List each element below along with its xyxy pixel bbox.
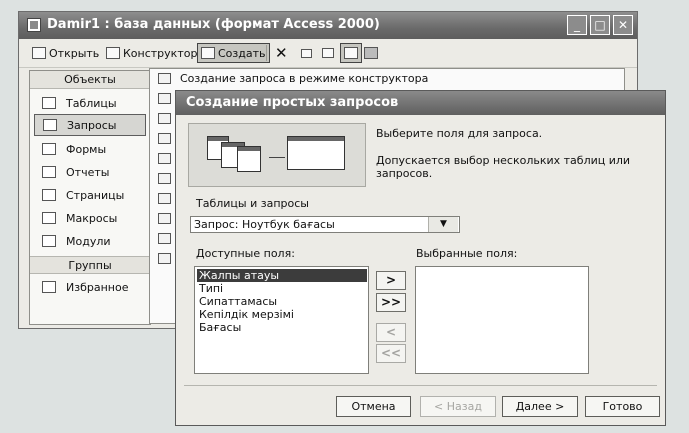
sidebar-item-label: Избранное <box>66 280 129 294</box>
close-button[interactable]: ✕ <box>613 15 633 35</box>
wizard-description: Выберите поля для запроса. <box>376 127 543 140</box>
database-title: Damir1 : база данных (формат Access 2000… <box>47 17 380 32</box>
add-all-fields-button[interactable]: >> <box>376 293 406 312</box>
wizard-illustration <box>188 123 366 187</box>
list-item[interactable]: Жалпы атауы <box>197 269 367 282</box>
sidebar-item-modules[interactable]: Модули <box>34 230 146 252</box>
maximize-button[interactable]: □ <box>590 15 610 35</box>
sidebar-item-label: Страницы <box>66 188 125 202</box>
query-icon <box>158 193 171 204</box>
open-button[interactable]: Открыть <box>29 43 102 63</box>
table-icon <box>237 146 261 172</box>
table-icon <box>42 97 56 109</box>
sidebar-item-label: Модули <box>66 234 111 248</box>
delete-button[interactable]: ✕ <box>272 43 291 63</box>
create-label: Создать <box>218 46 266 60</box>
create-icon <box>201 47 215 59</box>
objects-panel: Объекты Таблицы Запросы Формы Отчеты Стр… <box>29 70 151 325</box>
chosen-fields-list[interactable] <box>415 266 589 374</box>
details-view-icon <box>364 47 378 59</box>
list-view-icon <box>344 47 358 59</box>
large-icons-button[interactable] <box>298 43 315 63</box>
query-icon <box>158 133 171 144</box>
large-icons-icon <box>301 48 312 58</box>
list-item[interactable]: Бағасы <box>197 321 367 334</box>
open-icon <box>32 47 46 59</box>
list-item[interactable]: Кепілдік мерзімі <box>197 308 367 321</box>
sidebar-item-queries[interactable]: Запросы <box>34 114 146 136</box>
wizard-hint: Допускается выбор нескольких таблиц или … <box>376 154 631 180</box>
query-icon <box>158 153 171 164</box>
small-icons-icon <box>322 48 334 58</box>
open-label: Открыть <box>49 46 100 60</box>
finish-button[interactable]: Готово <box>585 396 660 417</box>
back-button[interactable]: < Назад <box>420 396 496 417</box>
query-icon <box>158 213 171 224</box>
available-fields-list[interactable]: Жалпы атауы Типі Сипаттамасы Кепілдік ме… <box>194 266 369 374</box>
sidebar-item-label: Макросы <box>66 211 118 225</box>
wizard-icon <box>158 73 171 84</box>
list-view-button[interactable] <box>340 43 362 63</box>
sidebar-item-macros[interactable]: Макросы <box>34 207 146 229</box>
query-icon <box>158 233 171 244</box>
query-icon <box>43 119 57 131</box>
tables-label: Таблицы и запросы <box>196 197 309 210</box>
add-field-button[interactable]: > <box>376 271 406 290</box>
sidebar-item-label: Таблицы <box>66 96 117 110</box>
objects-header[interactable]: Объекты <box>30 71 150 89</box>
query-icon <box>158 173 171 184</box>
macro-icon <box>42 212 56 224</box>
design-label: Конструктор <box>123 46 198 60</box>
sidebar-item-favorites[interactable]: Избранное <box>34 276 146 298</box>
report-icon <box>42 166 56 178</box>
dialog-title: Создание простых запросов <box>176 91 665 115</box>
result-table-icon <box>287 136 345 170</box>
design-icon <box>106 47 120 59</box>
database-icon <box>27 18 41 32</box>
cancel-button[interactable]: Отмена <box>336 396 411 417</box>
sidebar-item-label: Формы <box>66 142 107 156</box>
groups-header[interactable]: Группы <box>30 256 150 274</box>
minimize-button[interactable]: _ <box>567 15 587 35</box>
chevron-down-icon[interactable]: ▼ <box>428 217 458 232</box>
query-icon <box>158 253 171 264</box>
list-item[interactable]: Создание запроса в режиме конструктора <box>180 72 428 85</box>
sidebar-item-label: Запросы <box>67 118 117 132</box>
query-icon <box>158 113 171 124</box>
sidebar-item-pages[interactable]: Страницы <box>34 184 146 206</box>
available-fields-label: Доступные поля: <box>196 247 295 260</box>
design-button[interactable]: Конструктор <box>103 43 200 63</box>
arrow-line <box>269 157 285 158</box>
create-button[interactable]: Создать <box>197 43 270 63</box>
sidebar-item-reports[interactable]: Отчеты <box>34 161 146 183</box>
dialog-divider <box>184 385 657 386</box>
remove-all-fields-button[interactable]: << <box>376 344 406 363</box>
delete-icon: ✕ <box>275 44 288 62</box>
sidebar-item-tables[interactable]: Таблицы <box>34 92 146 114</box>
sidebar-item-forms[interactable]: Формы <box>34 138 146 160</box>
tables-select[interactable]: Запрос: Ноутбук бағасы <box>190 216 460 233</box>
remove-field-button[interactable]: < <box>376 323 406 342</box>
details-view-button[interactable] <box>361 43 381 63</box>
simple-query-wizard-dialog: Создание простых запросов Выберите поля … <box>175 90 666 426</box>
list-item[interactable]: Типі <box>197 282 367 295</box>
small-icons-button[interactable] <box>319 43 337 63</box>
wizard-icon <box>158 93 171 104</box>
toolbar-separator <box>266 45 267 61</box>
sidebar-item-label: Отчеты <box>66 165 110 179</box>
favorites-icon <box>42 281 56 293</box>
module-icon <box>42 235 56 247</box>
database-toolbar: Открыть Конструктор Создать ✕ <box>19 39 637 68</box>
chosen-fields-label: Выбранные поля: <box>416 247 518 260</box>
next-button[interactable]: Далее > <box>502 396 578 417</box>
list-item[interactable]: Сипаттамасы <box>197 295 367 308</box>
page-icon <box>42 189 56 201</box>
database-titlebar: Damir1 : база данных (формат Access 2000… <box>19 12 637 39</box>
form-icon <box>42 143 56 155</box>
